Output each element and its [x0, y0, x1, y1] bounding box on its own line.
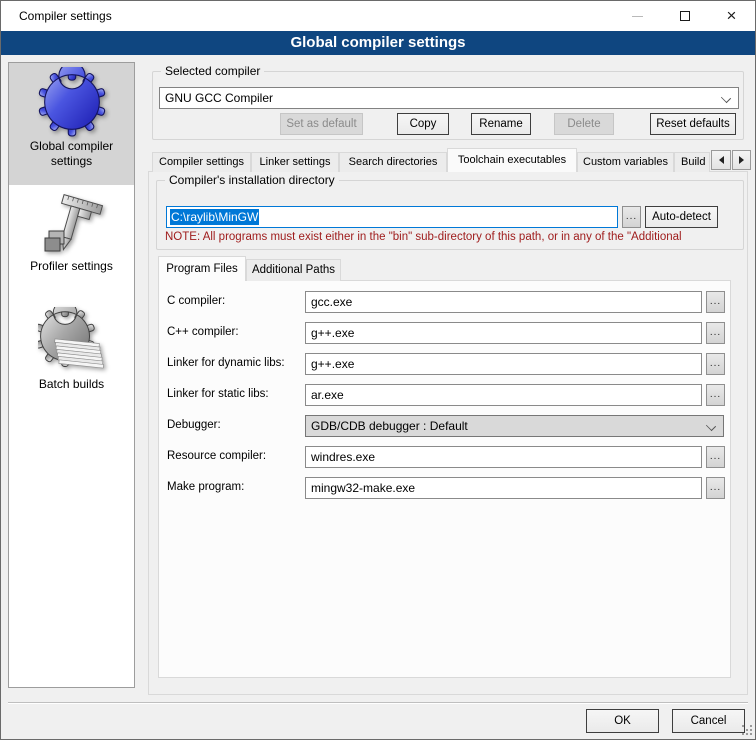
sidebar-item-label: Batch builds [35, 377, 108, 392]
compiler-settings-dialog: Compiler settings × Global compiler sett… [0, 0, 756, 740]
settings-category-list: Global compiler settings [8, 62, 135, 688]
dynamic-linker-input[interactable] [305, 353, 702, 375]
tab-linker-settings[interactable]: Linker settings [251, 152, 339, 172]
copy-button[interactable]: Copy [397, 113, 449, 135]
c-compiler-input[interactable] [305, 291, 702, 313]
tab-scroll-right-button[interactable] [732, 150, 751, 170]
note-text: NOTE: All programs must exist either in … [165, 231, 744, 246]
window-title: Compiler settings [19, 1, 112, 31]
field-label: C compiler: [167, 295, 225, 307]
tab-toolchain-executables[interactable]: Toolchain executables [447, 148, 577, 172]
page-title: Global compiler settings [1, 31, 755, 55]
static-linker-browse-button[interactable]: ... [706, 384, 725, 406]
close-icon: × [727, 7, 737, 24]
installation-directory-input[interactable]: C:\raylib\MinGW [166, 206, 618, 228]
arrow-left-icon [715, 156, 724, 164]
tab-custom-variables[interactable]: Custom variables [577, 152, 674, 172]
debugger-select-value: GDB/CDB debugger : Default [311, 419, 468, 433]
resize-grip[interactable] [742, 725, 754, 737]
rename-button[interactable]: Rename [471, 113, 531, 135]
sidebar-item-label: Profiler settings [26, 259, 117, 274]
sidebar-item-batch-builds[interactable]: Batch builds [9, 291, 134, 413]
compiler-select-value: GNU GCC Compiler [165, 91, 273, 105]
chevron-down-icon [706, 421, 716, 431]
footer-divider [8, 702, 748, 704]
cpp-compiler-input[interactable] [305, 322, 702, 344]
delete-button: Delete [554, 113, 614, 135]
group-label: Selected compiler [161, 64, 264, 79]
arrow-right-icon [739, 156, 748, 164]
reset-defaults-button[interactable]: Reset defaults [650, 113, 736, 135]
cpp-compiler-browse-button[interactable]: ... [706, 322, 725, 344]
subtab-program-files[interactable]: Program Files [158, 256, 246, 281]
gray-gear-papers-icon [38, 307, 106, 375]
make-program-input[interactable] [305, 477, 702, 499]
static-linker-input[interactable] [305, 384, 702, 406]
minimize-icon [632, 16, 643, 17]
maximize-button[interactable] [661, 1, 708, 31]
cancel-button[interactable]: Cancel [672, 709, 745, 733]
field-label: C++ compiler: [167, 326, 239, 338]
maximize-icon [680, 11, 690, 21]
auto-detect-button[interactable]: Auto-detect [645, 206, 718, 228]
make-program-browse-button[interactable]: ... [706, 477, 725, 499]
sidebar-item-profiler-settings[interactable]: Profiler settings [9, 185, 134, 291]
c-compiler-browse-button[interactable]: ... [706, 291, 725, 313]
browse-directory-button[interactable]: ... [622, 206, 641, 228]
caliper-icon [40, 193, 104, 257]
tab-search-directories[interactable]: Search directories [339, 152, 447, 172]
ok-button[interactable]: OK [586, 709, 659, 733]
resource-compiler-input[interactable] [305, 446, 702, 468]
field-label: Make program: [167, 481, 244, 493]
field-label: Linker for static libs: [167, 388, 269, 400]
blue-gear-icon [37, 67, 107, 137]
tab-scroll-left-button[interactable] [711, 150, 731, 170]
close-button[interactable]: × [708, 1, 755, 31]
program-files-page: C compiler: ... C++ compiler: ... Linker… [158, 280, 731, 678]
tab-compiler-settings[interactable]: Compiler settings [152, 152, 251, 172]
debugger-select[interactable]: GDB/CDB debugger : Default [305, 415, 724, 437]
minimize-button[interactable] [614, 1, 661, 31]
field-label: Debugger: [167, 419, 221, 431]
group-label: Compiler's installation directory [165, 173, 339, 188]
titlebar: Compiler settings × [1, 1, 755, 31]
resource-compiler-browse-button[interactable]: ... [706, 446, 725, 468]
installation-directory-value: C:\raylib\MinGW [170, 209, 259, 225]
field-label: Resource compiler: [167, 450, 266, 462]
set-as-default-button: Set as default [280, 113, 363, 135]
tab-build-options[interactable]: Build options [674, 152, 710, 172]
subtab-additional-paths[interactable]: Additional Paths [246, 259, 341, 281]
window-controls: × [614, 1, 755, 31]
sidebar-item-label: Global compiler settings [9, 139, 134, 169]
selected-compiler-group: Selected compiler GNU GCC Compiler Set a… [152, 71, 744, 140]
chevron-down-icon [721, 93, 731, 103]
dynamic-linker-browse-button[interactable]: ... [706, 353, 725, 375]
field-label: Linker for dynamic libs: [167, 357, 285, 369]
compiler-select[interactable]: GNU GCC Compiler [159, 87, 739, 109]
sidebar-item-global-compiler-settings[interactable]: Global compiler settings [9, 63, 134, 185]
